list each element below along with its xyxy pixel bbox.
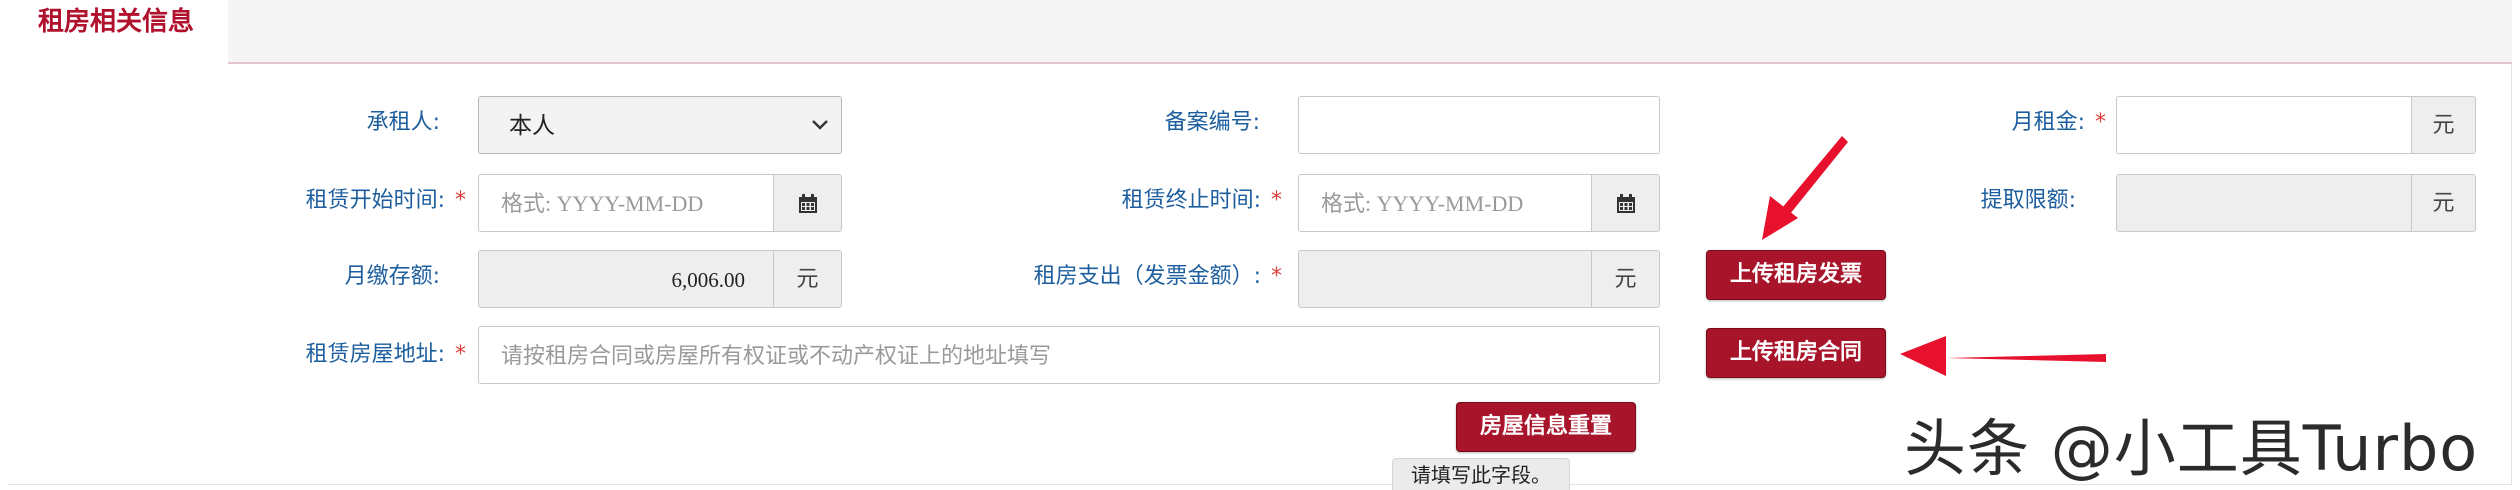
address-label: 租赁房屋地址: *	[305, 342, 466, 367]
lease-start-placeholder: 格式: YYYY-MM-DD	[501, 191, 704, 216]
upload-invoice-button[interactable]: 上传租房发票	[1706, 250, 1886, 300]
required-mark: *	[1271, 188, 1282, 213]
lease-end-label: 租赁终止时间: *	[1121, 188, 1282, 213]
calendar-icon	[1616, 194, 1635, 213]
required-mark: *	[2095, 110, 2106, 135]
validation-tooltip: 请填写此字段。	[1392, 458, 1570, 490]
section-header-bar	[228, 0, 2512, 64]
lease-end-calendar-button[interactable]	[1592, 174, 1660, 232]
required-mark: *	[1271, 264, 1282, 289]
record-no-label: 备案编号:	[1164, 110, 1260, 135]
reset-house-info-button[interactable]: 房屋信息重置	[1456, 402, 1636, 452]
withdraw-limit-label: 提取限额:	[1980, 188, 2076, 213]
monthly-deposit-input: 6,006.00	[478, 250, 774, 308]
rent-expense-label: 租房支出（发票金额）: *	[1033, 264, 1282, 289]
lease-start-calendar-button[interactable]	[774, 174, 842, 232]
rent-expense-unit: 元	[1592, 250, 1660, 308]
calendar-icon	[798, 194, 817, 213]
withdraw-limit-input	[2116, 174, 2412, 232]
address-input[interactable]: 请按租房合同或房屋所有权证或不动产权证上的地址填写	[478, 326, 1660, 384]
lease-end-placeholder: 格式: YYYY-MM-DD	[1321, 191, 1524, 216]
monthly-rent-unit: 元	[2412, 96, 2476, 154]
section-title: 租房相关信息	[38, 7, 195, 37]
record-no-input[interactable]	[1298, 96, 1660, 154]
tenant-label: 承租人:	[366, 110, 440, 135]
tenant-select[interactable]: 本人	[478, 96, 842, 154]
monthly-rent-input[interactable]	[2116, 96, 2412, 154]
watermark: 头条 @小工具Turbo	[1904, 412, 2479, 485]
tenant-selected-value: 本人	[509, 113, 555, 139]
lease-end-input[interactable]: 格式: YYYY-MM-DD	[1298, 174, 1592, 232]
monthly-deposit-value: 6,006.00	[671, 268, 746, 292]
monthly-rent-label: 月租金: *	[2011, 110, 2106, 135]
lease-start-input[interactable]: 格式: YYYY-MM-DD	[478, 174, 774, 232]
monthly-deposit-unit: 元	[774, 250, 842, 308]
required-mark: *	[455, 188, 466, 213]
upload-contract-button[interactable]: 上传租房合同	[1706, 328, 1886, 378]
monthly-deposit-label: 月缴存额:	[344, 264, 440, 289]
required-mark: *	[455, 342, 466, 367]
withdraw-limit-unit: 元	[2412, 174, 2476, 232]
chevron-down-icon	[812, 120, 828, 130]
lease-start-label: 租赁开始时间: *	[305, 188, 466, 213]
address-placeholder: 请按租房合同或房屋所有权证或不动产权证上的地址填写	[501, 343, 1052, 368]
rent-expense-input	[1298, 250, 1592, 308]
